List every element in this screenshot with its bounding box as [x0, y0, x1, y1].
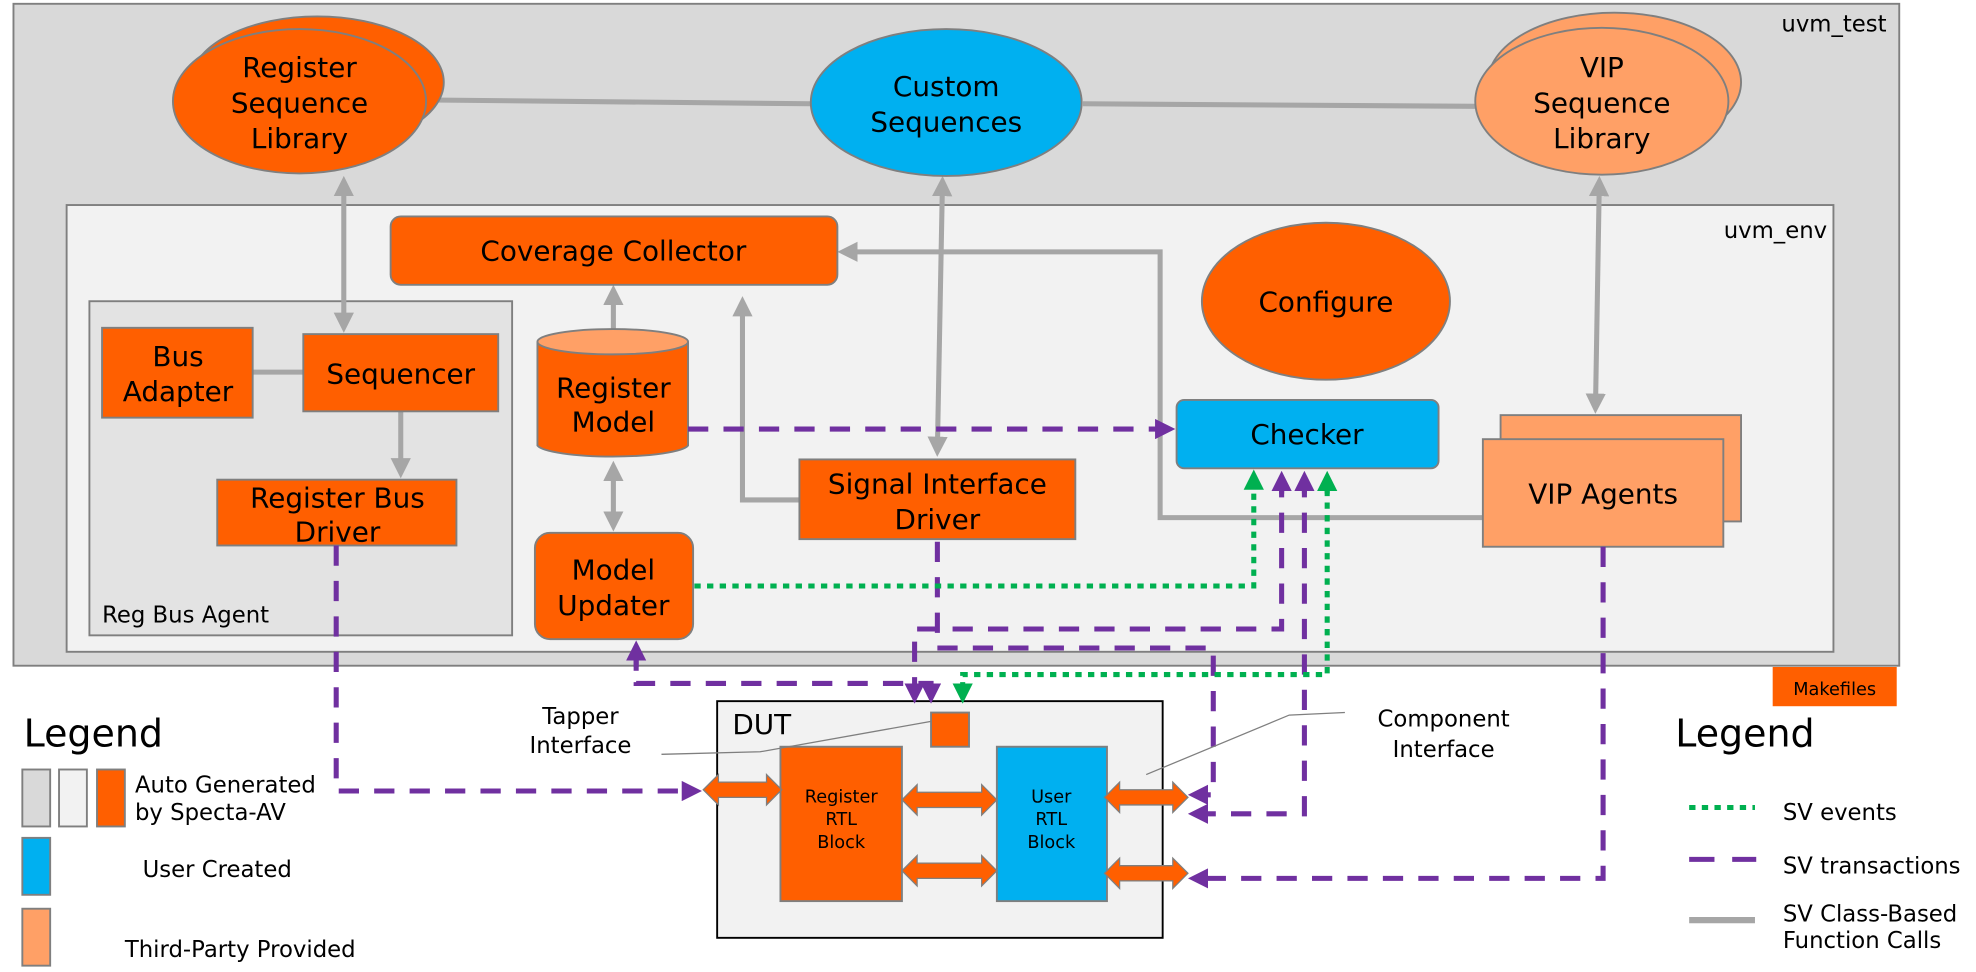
coverage-collector[interactable]: Coverage Collector [389, 215, 839, 286]
label: VIP Agents [1528, 478, 1678, 511]
swatch-user [21, 836, 52, 896]
bus-adapter[interactable]: Bus Adapter [101, 326, 254, 419]
label: Driver [895, 503, 981, 536]
signal-interface-driver[interactable]: Signal Interface Driver [798, 458, 1077, 541]
label: Model [572, 406, 656, 439]
legend-label: SV transactions [1783, 853, 1961, 879]
swatch-third-party [21, 907, 52, 967]
legend-label: SV events [1783, 800, 1897, 826]
label: Register [805, 787, 879, 807]
label: VIP [1580, 51, 1624, 84]
label: Model [572, 554, 656, 587]
uvm-test-label: uvm_test [1781, 12, 1886, 38]
custom-sequences[interactable]: Custom Sequences [809, 28, 1083, 177]
makefiles[interactable]: Makefiles [1772, 666, 1897, 707]
label: Interface [530, 733, 632, 759]
label: Configure [1258, 285, 1393, 318]
label: Register [556, 371, 671, 404]
legend-label: by Specta-AV [135, 800, 286, 826]
legend-label: Auto Generated [135, 772, 316, 798]
swatch-auto-light [58, 768, 88, 828]
register-model[interactable]: Register Model [536, 328, 689, 458]
architecture-diagram: uvm_test uvm_env Reg Bus Agent Register … [12, 2, 1961, 967]
label: Updater [557, 589, 670, 622]
sequencer[interactable]: Sequencer [302, 333, 500, 413]
label: Driver [295, 516, 381, 549]
label: Block [1027, 833, 1076, 853]
reg-bus-agent-label: Reg Bus Agent [102, 603, 269, 629]
register-bus-driver[interactable]: Register Bus Driver [216, 478, 458, 549]
label: Tapper [541, 704, 619, 730]
vip-agents[interactable]: VIP Agents [1481, 414, 1742, 548]
label: Checker [1250, 418, 1364, 451]
label: RTL [825, 810, 857, 830]
label: RTL [1035, 810, 1067, 830]
configure[interactable]: Configure [1200, 221, 1451, 381]
legend-label: Function Calls [1783, 928, 1941, 954]
label: Block [817, 833, 866, 853]
label: Sequence [1533, 87, 1670, 120]
legend-label: SV Class-Based [1783, 901, 1957, 927]
swatch-auto-dark [21, 768, 52, 828]
uvm-env-label: uvm_env [1724, 218, 1827, 244]
register-rtl-block[interactable]: Register RTL Block [779, 745, 903, 903]
legend-title: Legend [1675, 712, 1814, 756]
label: User [1031, 787, 1072, 807]
legend-right: Legend SV events SV transactions SV Clas… [1675, 712, 1960, 954]
label: Coverage Collector [480, 235, 746, 268]
label: Register Bus [250, 482, 425, 515]
swatch-auto-orange [96, 768, 126, 828]
label: Bus [152, 340, 203, 373]
user-rtl-block[interactable]: User RTL Block [995, 745, 1108, 903]
label: Library [1553, 122, 1650, 155]
label: Custom [893, 70, 1000, 103]
model-updater[interactable]: Model Updater [533, 531, 695, 641]
label: Sequences [870, 106, 1022, 139]
label: Adapter [123, 375, 234, 408]
label: Interface [1393, 737, 1495, 763]
component-interface-annotation: Component Interface [1145, 706, 1510, 776]
diagram-canvas: uvm_test uvm_env Reg Bus Agent Register … [0, 0, 1976, 972]
tapper-port [930, 711, 970, 748]
label: Register [242, 51, 357, 84]
label: Component [1378, 706, 1510, 732]
legend-label: Third-Party Provided [124, 937, 356, 963]
legend-left: Legend Auto Generated by Specta-AV User … [21, 712, 356, 967]
label: Signal Interface [828, 468, 1047, 501]
label: Library [251, 122, 348, 155]
legend-label: User Created [143, 857, 292, 883]
label: Sequence [231, 87, 368, 120]
label: Makefiles [1793, 680, 1876, 700]
label: Sequencer [326, 357, 475, 390]
legend-title: Legend [24, 712, 163, 756]
dut-label: DUT [732, 708, 792, 741]
checker[interactable]: Checker [1175, 398, 1440, 470]
